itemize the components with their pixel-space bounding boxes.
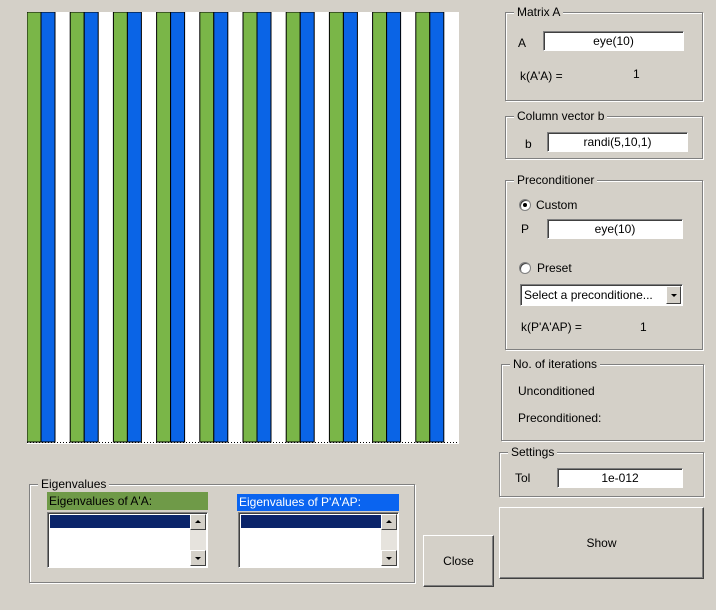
preset-dropdown[interactable]: Select a preconditione...	[520, 284, 683, 306]
eigen-list1[interactable]	[47, 512, 208, 568]
show-button-label: Show	[586, 536, 617, 550]
cond-a-value: 1	[633, 67, 640, 81]
preset-radio[interactable]	[519, 262, 531, 274]
tol-label: Tol	[515, 471, 531, 485]
chevron-up-icon	[386, 520, 392, 523]
scroll-up-button[interactable]	[381, 514, 397, 530]
bar-aa-8	[328, 12, 344, 443]
cond-p-label: k(P'A'AP) =	[521, 320, 582, 334]
tol-input[interactable]: 1e-012	[557, 468, 683, 488]
bar-paap-6	[256, 12, 272, 443]
iterations-panel: No. of iterations	[501, 357, 704, 441]
bar-aa-6	[242, 12, 258, 443]
bar-aa-3	[112, 12, 128, 443]
scroll-up-button[interactable]	[190, 514, 206, 530]
preconditioned-label: Preconditioned:	[518, 411, 602, 425]
scroll-down-button[interactable]	[381, 550, 397, 566]
bar-paap-2	[83, 12, 99, 443]
bar-aa-7	[285, 12, 301, 443]
eigenvalues-legend: Eigenvalues	[38, 477, 110, 491]
vector-b-input[interactable]: randi(5,10,1)	[547, 132, 688, 152]
chevron-down-icon	[195, 557, 201, 560]
custom-radio[interactable]	[519, 199, 531, 211]
close-button-label: Close	[443, 554, 474, 568]
preset-dropdown-value: Select a preconditione...	[524, 288, 653, 302]
bar-paap-7	[299, 12, 315, 443]
matrix-a-panel: Matrix A	[505, 5, 703, 101]
p-label: P	[521, 222, 530, 236]
bar-aa-9	[372, 12, 388, 443]
scroll-down-button[interactable]	[190, 550, 206, 566]
dropdown-button[interactable]	[666, 286, 681, 304]
eigen-list2[interactable]	[238, 512, 399, 568]
bar-aa-5	[199, 12, 215, 443]
bar-paap-9	[386, 12, 402, 443]
matrix-a-input[interactable]: eye(10)	[543, 31, 684, 51]
bar-aa-2	[69, 12, 85, 443]
bar-paap-10	[429, 12, 445, 443]
bar-paap-1	[40, 12, 56, 443]
iterations-legend: No. of iterations	[510, 357, 601, 371]
cond-a-label: k(A'A) =	[520, 69, 563, 83]
bar-aa-4	[156, 12, 172, 443]
eigen-list2-selected-row[interactable]	[241, 515, 381, 528]
bar-paap-4	[170, 12, 186, 443]
preconditioner-p-input[interactable]: eye(10)	[547, 219, 683, 239]
preset-radio-label[interactable]: Preset	[537, 261, 572, 275]
close-button[interactable]: Close	[423, 535, 494, 587]
column-vector-legend: Column vector b	[514, 109, 608, 123]
eigen-list2-header: Eigenvalues of P'A'AP:	[237, 494, 399, 511]
preconditioner-legend: Preconditioner	[514, 173, 598, 187]
eigen-list1-header: Eigenvalues of A'A:	[47, 492, 208, 510]
show-button[interactable]: Show	[499, 507, 704, 579]
chevron-down-icon	[670, 294, 677, 297]
bar-aa-10	[415, 12, 431, 443]
unconditioned-label: Unconditioned	[518, 384, 595, 398]
chart-svg	[27, 12, 459, 443]
bar-paap-5	[213, 12, 229, 443]
eigen-list1-selected-row[interactable]	[50, 515, 190, 528]
settings-legend: Settings	[508, 445, 558, 459]
a-label: A	[518, 36, 527, 50]
eigen-list1-scrollbar[interactable]	[190, 514, 206, 566]
custom-radio-label[interactable]: Custom	[536, 198, 577, 212]
eigen-list2-scrollbar[interactable]	[381, 514, 397, 566]
chevron-down-icon	[386, 557, 392, 560]
b-label: b	[525, 137, 532, 151]
chevron-up-icon	[195, 520, 201, 523]
bar-aa-1	[27, 12, 42, 443]
cond-p-value: 1	[640, 320, 647, 334]
eigenvalue-bar-chart	[27, 12, 459, 444]
bar-paap-3	[126, 12, 142, 443]
bar-paap-8	[342, 12, 358, 443]
matrix-a-legend: Matrix A	[514, 5, 564, 19]
